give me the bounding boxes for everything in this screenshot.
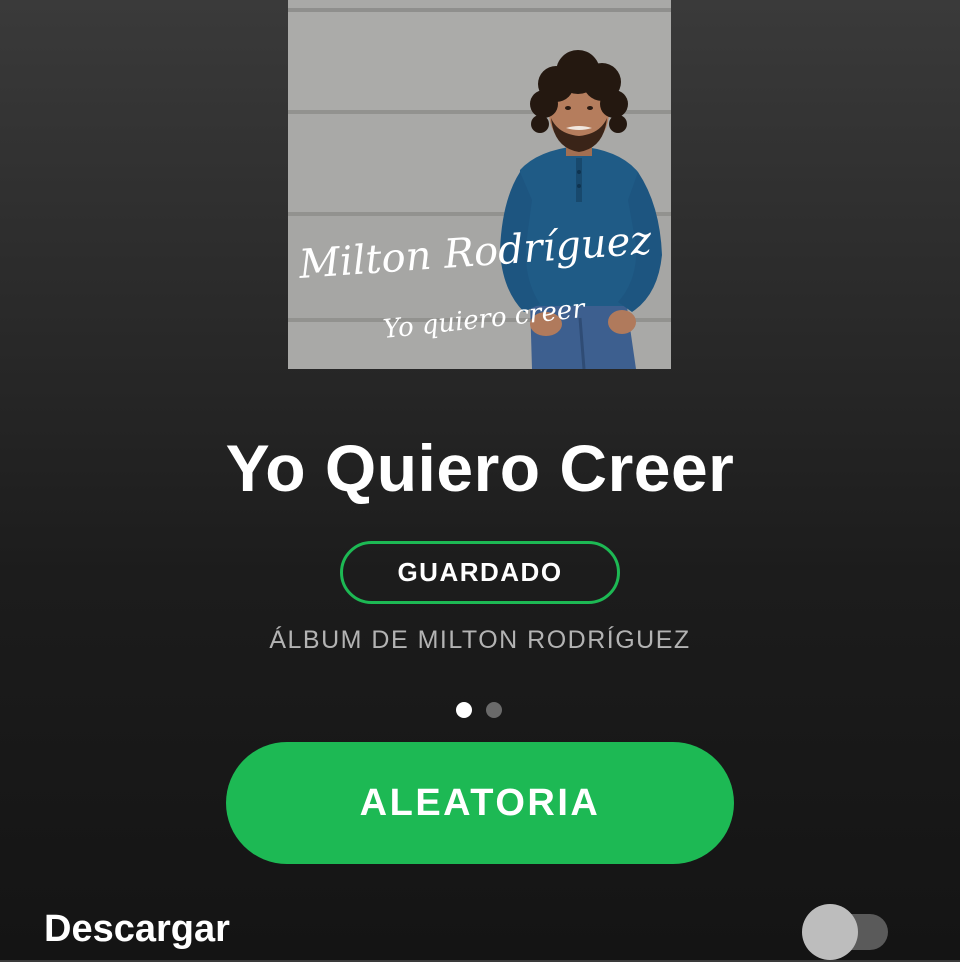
- toggle-knob: [802, 904, 858, 960]
- page-indicator: [456, 702, 502, 718]
- page-dot-active[interactable]: [456, 702, 472, 718]
- page-dot[interactable]: [486, 702, 502, 718]
- album-subtitle: ÁLBUM DE MILTON RODRÍGUEZ: [269, 626, 691, 654]
- download-toggle[interactable]: [802, 902, 888, 962]
- download-label: Descargar: [44, 908, 230, 950]
- album-title: Yo Quiero Creer: [225, 431, 735, 505]
- shuffle-play-button[interactable]: ALEATORIA: [226, 742, 734, 864]
- saved-button-label: GUARDADO: [397, 557, 563, 587]
- album-cover: Milton Rodríguez Yo quiero creer: [288, 0, 671, 369]
- album-cover-art: Milton Rodríguez Yo quiero creer: [288, 0, 671, 369]
- saved-button[interactable]: GUARDADO: [340, 541, 620, 604]
- shuffle-play-label: ALEATORIA: [359, 781, 601, 824]
